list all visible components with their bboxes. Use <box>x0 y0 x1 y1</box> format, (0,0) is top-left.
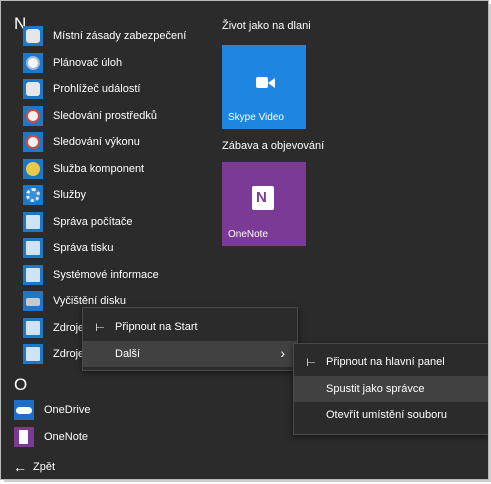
menu-item-label: Připnout na hlavní panel <box>326 356 445 368</box>
app-item-performance-monitor[interactable]: Sledování výkonu <box>23 129 140 154</box>
app-label: Správa tisku <box>53 241 114 254</box>
chevron-right-icon: › <box>280 345 285 361</box>
services-gear-icon <box>23 184 43 205</box>
app-item-component-services[interactable]: Služba komponent <box>23 156 144 181</box>
app-item-computer-management[interactable]: Správa počítače <box>23 209 133 234</box>
app-item-services[interactable]: Služby <box>23 182 86 207</box>
app-label: Prohlížeč událostí <box>53 82 141 95</box>
computer-management-icon <box>23 211 43 232</box>
app-item-event-viewer[interactable]: Prohlížeč událostí <box>23 76 140 101</box>
video-camera-lens-icon <box>268 78 275 88</box>
component-services-icon <box>23 158 43 179</box>
menu-item-label: Připnout na Start <box>115 321 198 333</box>
tile-skype-video[interactable]: Skype Video <box>222 45 306 129</box>
app-item-onedrive[interactable]: OneDrive <box>14 397 90 422</box>
menu-item-pin-taskbar[interactable]: ⊢ Připnout na hlavní panel <box>294 349 488 375</box>
app-label: Plánovač úloh <box>53 56 123 69</box>
tile-label: Skype Video <box>228 112 284 123</box>
tile-group-title[interactable]: Zábava a objevování <box>222 140 324 152</box>
tile-group-title[interactable]: Život jako na dlani <box>222 20 311 32</box>
menu-item-label: Otevřít umístění souboru <box>326 409 448 421</box>
start-menu: N Místní zásady zabezpečení Plánovač úlo… <box>0 0 489 480</box>
tile-label: OneNote <box>228 229 269 240</box>
odbc-icon <box>23 317 43 338</box>
back-label: Zpět <box>33 461 56 473</box>
app-label: Místní zásady zabezpečení <box>53 29 187 42</box>
resource-monitor-icon <box>23 105 43 126</box>
app-item-task-scheduler[interactable]: Plánovač úloh <box>23 50 122 75</box>
tile-onenote[interactable]: N OneNote <box>222 162 306 246</box>
app-item-resource-monitor[interactable]: Sledování prostředků <box>23 103 157 128</box>
performance-monitor-icon <box>23 131 43 152</box>
app-label: Sledování výkonu <box>53 135 140 148</box>
back-arrow-icon: ← <box>13 459 27 475</box>
frame-shadow <box>4 480 491 482</box>
app-label: Služba komponent <box>53 162 145 175</box>
onenote-n-glyph: N <box>256 189 267 206</box>
app-label: Sledování prostředků <box>53 109 157 122</box>
app-label: OneDrive <box>44 403 91 416</box>
security-policy-icon <box>23 25 43 46</box>
app-item-onenote[interactable]: OneNote <box>14 424 88 449</box>
menu-item-label: Spustit jako správce <box>326 383 425 395</box>
context-menu: ⊢ Připnout na Start Další › <box>82 307 298 371</box>
menu-item-run-as-admin[interactable]: Spustit jako správce <box>294 376 488 402</box>
app-item-system-information[interactable]: Systémové informace <box>23 262 159 287</box>
pin-icon: ⊢ <box>95 321 105 334</box>
onenote-icon <box>14 426 34 447</box>
video-camera-icon <box>256 77 268 88</box>
event-viewer-icon <box>23 78 43 99</box>
disk-cleanup-icon <box>23 290 43 311</box>
section-header-o[interactable]: O <box>14 375 27 395</box>
submenu: ⊢ Připnout na hlavní panel Spustit jako … <box>293 343 488 435</box>
app-item-print-management[interactable]: Správa tisku <box>23 235 114 260</box>
back-button[interactable]: ← Zpět <box>13 459 55 475</box>
menu-item-pin-start[interactable]: ⊢ Připnout na Start <box>83 314 297 340</box>
task-scheduler-icon <box>23 52 43 73</box>
app-label: Služby <box>53 188 87 201</box>
app-label: Systémové informace <box>53 268 159 281</box>
system-information-icon <box>23 264 43 285</box>
print-management-icon <box>23 237 43 258</box>
pin-icon: ⊢ <box>306 356 316 369</box>
menu-item-open-location[interactable]: Otevřít umístění souboru <box>294 402 488 428</box>
odbc-icon <box>23 343 43 364</box>
menu-item-label: Další <box>115 348 141 360</box>
app-item-security-policy[interactable]: Místní zásady zabezpečení <box>23 23 186 48</box>
app-label: Vyčištění disku <box>53 294 126 307</box>
menu-item-more[interactable]: Další › <box>83 341 297 367</box>
onedrive-icon <box>14 399 34 420</box>
app-label: OneNote <box>44 430 89 443</box>
app-label: Správa počítače <box>53 215 133 228</box>
